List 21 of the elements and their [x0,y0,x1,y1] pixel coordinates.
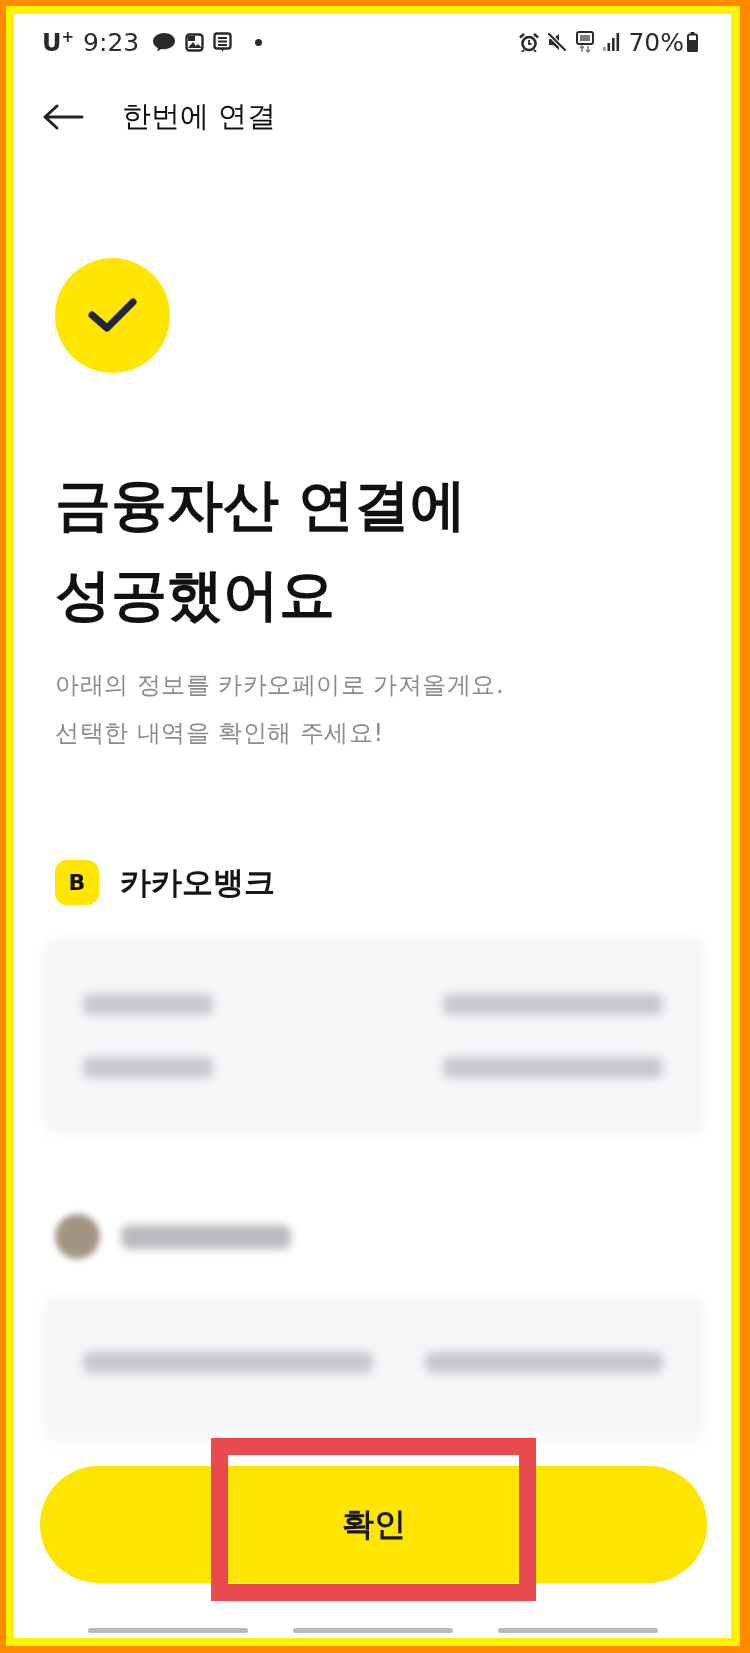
battery-icon [687,32,698,52]
bank-logo: B [55,860,99,905]
chat-bubble-icon [152,32,177,52]
image-icon [185,32,205,52]
mobile-data-icon [575,31,596,53]
carrier-name: U$^{+}$ [42,29,75,55]
battery-percent: 70% [628,29,684,55]
note-icon [213,31,233,53]
result-description: 아래의 정보를 카카오페이로 가져올게요. 선택한 내역을 확인해 주세요! [55,670,504,749]
alarm-clock-icon [519,32,540,52]
bank-name: 카카오뱅크 [120,862,275,902]
status-time: 9:23 [83,29,140,55]
result-title: 금융자산 연결에 성공했어요 [55,471,467,629]
success-check-icon [55,258,170,373]
blurred-logo [55,1214,100,1259]
back-arrow-icon[interactable] [42,104,84,130]
confirm-button[interactable]: 확인 [40,1466,707,1583]
page-title: 한번에 연결 [122,98,277,135]
mute-icon [547,32,568,52]
notification-dot-icon [255,38,263,46]
signal-icon [603,33,621,51]
